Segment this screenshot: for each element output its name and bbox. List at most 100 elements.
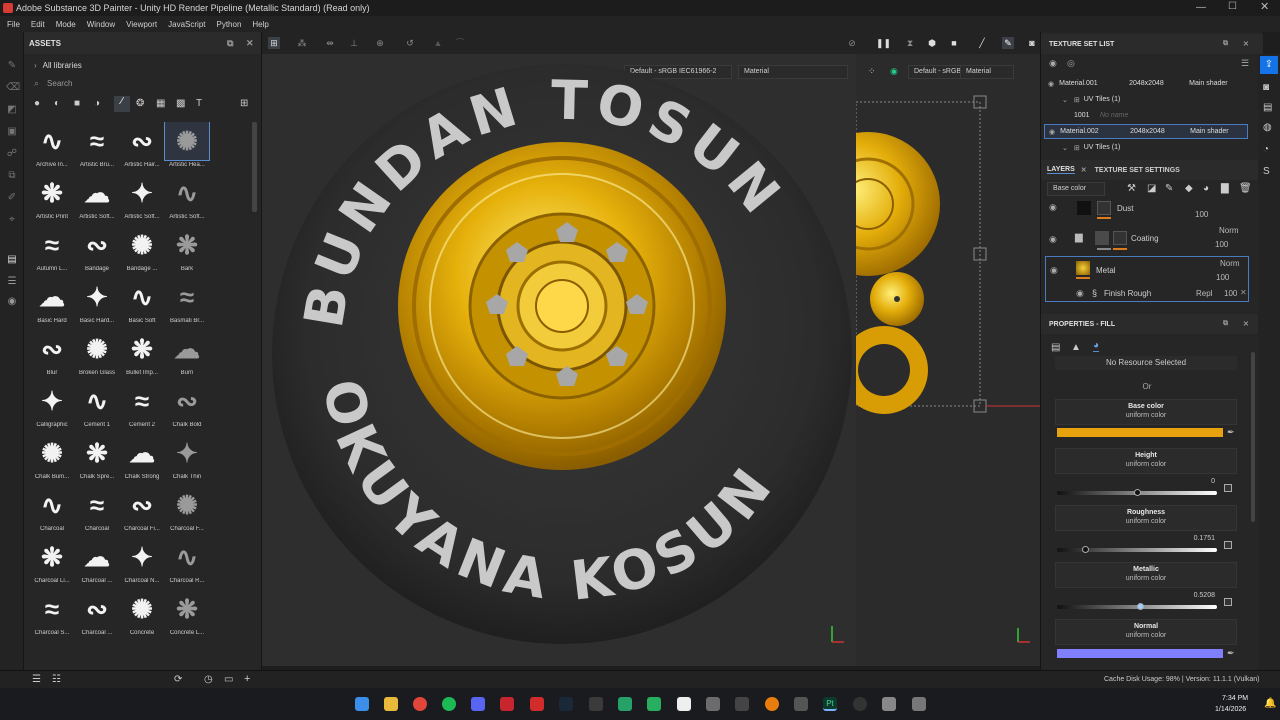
brush-icon[interactable]: ╱ <box>976 37 988 49</box>
add-paint-layer-icon[interactable]: ✎ <box>1165 183 1173 194</box>
height-value[interactable]: 0 <box>1175 478 1215 485</box>
app-gear-icon[interactable] <box>912 697 926 711</box>
texture-set-1-shader[interactable]: Main shader <box>1189 80 1228 87</box>
viewport-2d[interactable]: ⁘ ◉ Default - sRGB Material <box>856 54 1040 666</box>
add-folder-icon[interactable]: ▇ <box>1221 183 1229 194</box>
asset-tile[interactable]: ∾ Chalk Bold <box>163 382 211 434</box>
layer-opacity[interactable]: 100 <box>1215 240 1228 249</box>
normal-color-swatch[interactable] <box>1057 649 1223 658</box>
effect-finish-rough[interactable]: ◉ § Finish Rough Repl 100 ✕ <box>1046 285 1248 301</box>
picker-tool-icon[interactable]: ✐ <box>6 192 18 204</box>
texture-set-panel-icon[interactable]: ▤ <box>1263 102 1272 113</box>
all-filter-icon[interactable]: ● <box>34 98 40 109</box>
paint-brush-tool-icon[interactable]: ✎ <box>6 60 18 72</box>
asset-tile[interactable]: ☁ Basic Hard <box>28 278 76 330</box>
assets-panel-icon[interactable]: ▤ <box>6 254 18 266</box>
file-explorer-icon[interactable] <box>384 697 398 711</box>
layer-coating[interactable]: ◉ ▆ Coating Norm 100 <box>1045 224 1249 254</box>
texture-filter-icon[interactable]: ◑ <box>94 98 100 109</box>
share-icon[interactable]: ⇪ <box>1260 56 1278 74</box>
search-row[interactable]: ⌕ Search <box>24 74 261 92</box>
texture-set-1[interactable]: ◉ Material.001 2048x2048 Main shader <box>1044 76 1250 91</box>
app-white-icon[interactable] <box>677 697 691 711</box>
close-icon[interactable]: ✕ <box>1260 0 1269 13</box>
minimize-icon[interactable]: — <box>1196 2 1206 13</box>
display-settings-icon[interactable]: ◉ <box>6 296 18 308</box>
terminal-icon[interactable] <box>735 697 749 711</box>
asset-tile[interactable]: ✺ Artistic Hea... <box>163 122 211 174</box>
layer-blend-mode[interactable]: Norm <box>1220 259 1240 268</box>
menu-python[interactable]: Python <box>217 20 242 29</box>
grid-view-icon[interactable]: ⊞ <box>240 98 248 109</box>
menu-icon[interactable]: ☰ <box>1241 58 1249 69</box>
asset-tile[interactable]: ❋ Concrete L... <box>163 590 211 642</box>
maximize-icon[interactable]: ☐ <box>1228 1 1237 12</box>
add-fill-layer-icon[interactable]: ◆ <box>1185 183 1193 194</box>
split-view-icon[interactable]: ⧗ <box>904 37 916 49</box>
asset-tile[interactable]: ☁ Artistic Soft... <box>73 174 121 226</box>
asset-tile[interactable]: ✺ Broken Glass <box>73 330 121 382</box>
asset-tile[interactable]: ∾ Charcoal ... <box>73 590 121 642</box>
asset-tile[interactable]: ❋ Chalk Spre... <box>73 434 121 486</box>
discord-icon[interactable] <box>471 697 485 711</box>
eye-icon[interactable]: ◉ <box>1049 128 1055 136</box>
base-color-property[interactable]: Base color uniform color <box>1055 399 1237 425</box>
viewport-3d[interactable]: ◉ Default - sRGB IEC61966-2 Material BUN… <box>262 54 856 666</box>
asset-tile[interactable]: ✦ Charcoal N... <box>118 538 166 590</box>
eye-icon[interactable]: ◉ <box>1048 80 1054 88</box>
app-green-icon[interactable] <box>618 697 632 711</box>
panel-float-icon[interactable]: ⧉ <box>227 38 233 49</box>
asset-tile[interactable]: ☁ Burn <box>163 330 211 382</box>
asset-tile[interactable]: ✺ Bandage ... <box>118 226 166 278</box>
settings-icon[interactable] <box>882 697 896 711</box>
substance-icon[interactable]: S <box>1263 166 1270 177</box>
texture-set-2[interactable]: ◉ Material.002 2048x2048 Main shader <box>1044 124 1248 139</box>
panel-close-icon[interactable]: ✕ <box>1243 320 1249 328</box>
smudge-tool-icon[interactable]: ☍ <box>6 148 18 160</box>
unity-icon[interactable] <box>706 697 720 711</box>
history-icon[interactable]: ↺ <box>404 37 416 49</box>
clone-tool-icon[interactable]: ⧉ <box>6 170 18 182</box>
panel-float-icon[interactable]: ⧉ <box>1223 320 1228 328</box>
asset-tile[interactable]: ✦ Chalk Thin <box>163 434 211 486</box>
asset-tile[interactable]: ∾ Charcoal Fi... <box>118 486 166 538</box>
display-panel-icon[interactable]: ◍ <box>1263 122 1272 133</box>
asset-tile[interactable]: ≈ Basmati Br... <box>163 278 211 330</box>
particle-filter-icon[interactable]: ❂ <box>136 98 144 109</box>
roughness-texture-slot-icon[interactable] <box>1224 541 1232 549</box>
uv-tiles-1[interactable]: ⌄ ⊞ UV Tiles (1) <box>1044 92 1250 107</box>
app-cube-icon[interactable] <box>794 697 808 711</box>
panel-close-icon[interactable]: ✕ <box>246 38 254 49</box>
layer-opacity[interactable]: 100 <box>1216 273 1229 282</box>
layer-visibility-icon[interactable]: ◉ <box>1049 202 1057 213</box>
asset-tile[interactable]: ∿ Cement 1 <box>73 382 121 434</box>
asset-tile[interactable]: ≈ Autumn L... <box>28 226 76 278</box>
metallic-property[interactable]: Metallic uniform color <box>1055 562 1237 588</box>
paint-mode-icon[interactable]: ✎ <box>1002 37 1014 49</box>
height-slider-knob[interactable] <box>1134 489 1141 496</box>
library-row[interactable]: › All libraries <box>24 56 261 74</box>
polygon-fill-tool-icon[interactable]: ▣ <box>6 126 18 138</box>
blender-icon[interactable] <box>765 697 779 711</box>
app-globe-icon[interactable] <box>853 697 867 711</box>
menu-help[interactable]: Help <box>252 20 268 29</box>
layer-opacity[interactable]: 100 <box>1195 210 1208 219</box>
alpha-filter-icon[interactable]: ▦ <box>156 98 165 109</box>
fill-properties-icon[interactable]: ▤ <box>1051 342 1060 353</box>
asset-tile[interactable]: ❋ Artistic Print <box>28 174 76 226</box>
asset-tile[interactable]: ✦ Artistic Soft... <box>118 174 166 226</box>
panel-float-icon[interactable]: ⧉ <box>1223 40 1228 48</box>
environment-filter-icon[interactable]: ▩ <box>176 98 185 109</box>
measure-tool-icon[interactable]: ⌖ <box>6 214 18 226</box>
base-color-swatch[interactable] <box>1057 428 1223 437</box>
effect-blend-mode[interactable]: Repl <box>1196 289 1212 298</box>
notification-icon[interactable]: 🔔 <box>1264 698 1276 709</box>
eyedropper-icon[interactable]: ✒ <box>1227 648 1235 659</box>
tile-grid-icon[interactable]: ⁂ <box>296 37 308 49</box>
asset-tile[interactable]: ∿ Artistic Soft... <box>163 174 211 226</box>
pause-icon[interactable]: ❚❚ <box>876 37 891 49</box>
metallic-texture-slot-icon[interactable] <box>1224 598 1232 606</box>
chrome-icon[interactable] <box>413 697 427 711</box>
spotify-icon[interactable] <box>442 697 456 711</box>
menu-viewport[interactable]: Viewport <box>126 20 157 29</box>
